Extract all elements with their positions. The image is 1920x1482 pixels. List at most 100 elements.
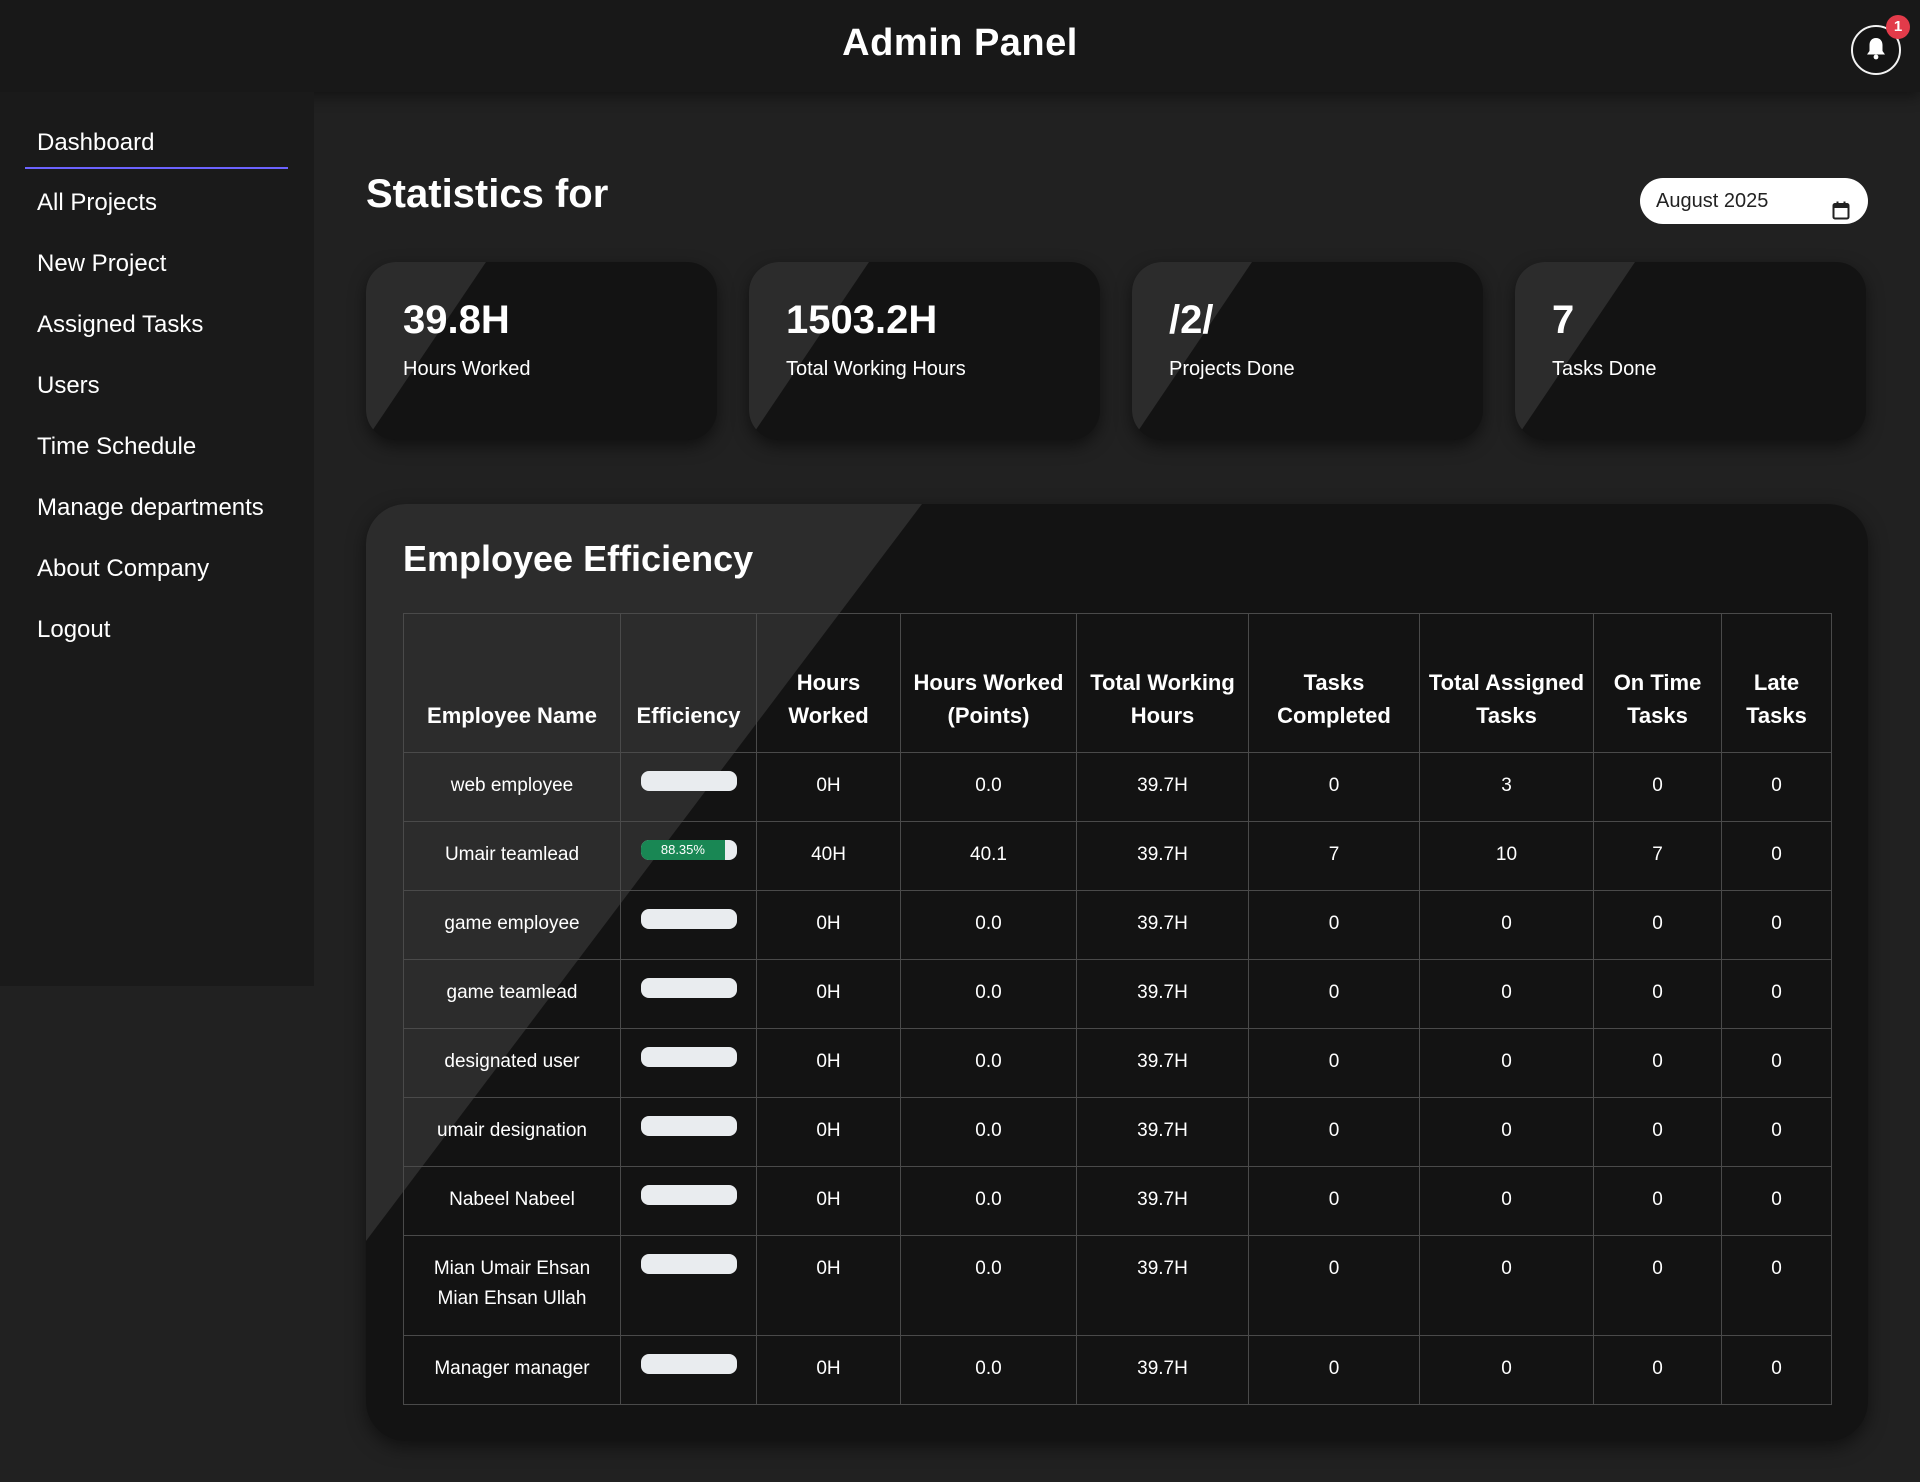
cell-hours: 0H (756, 1028, 901, 1098)
employee-name-cell: designated user (403, 1028, 621, 1098)
stat-label: Projects Done (1169, 358, 1295, 380)
column-header: Late Tasks (1721, 613, 1832, 753)
table-row: web employee 0H 0.0 39.7H 0 3 0 0 (403, 752, 1832, 822)
cell-total: 39.7H (1076, 959, 1249, 1029)
cell-hours: 40H (756, 821, 901, 891)
employee-name-cell: game teamlead (403, 959, 621, 1029)
employee-name-cell: Nabeel Nabeel (403, 1166, 621, 1236)
cell-points: 40.1 (900, 821, 1077, 891)
cell-ontime: 0 (1593, 1166, 1722, 1236)
table-row: Manager manager 0H 0.0 39.7H 0 0 0 0 (403, 1335, 1832, 1405)
sidebar: Dashboard All Projects New Project Assig… (0, 92, 314, 986)
cell-late: 0 (1721, 1335, 1832, 1405)
column-header: Efficiency (620, 613, 757, 753)
table-row: Umair teamlead 88.35% 40H 40.1 39.7H 7 10 7 0 (403, 821, 1832, 891)
cell-hours: 0H (756, 959, 901, 1029)
cell-late: 0 (1721, 1235, 1832, 1336)
cell-late: 0 (1721, 1028, 1832, 1098)
cell-completed: 0 (1248, 1097, 1420, 1167)
cell-hours: 0H (756, 1097, 901, 1167)
employee-name-cell: web employee (403, 752, 621, 822)
efficiency-cell (620, 959, 757, 1029)
cell-points: 0.0 (900, 1166, 1077, 1236)
cell-points: 0.0 (900, 1097, 1077, 1167)
sidebar-item-all-projects[interactable]: All Projects (25, 179, 288, 229)
cell-late: 0 (1721, 1097, 1832, 1167)
cell-hours: 0H (756, 1235, 901, 1336)
table-row: game teamlead 0H 0.0 39.7H 0 0 0 0 (403, 959, 1832, 1029)
employee-name-cell: Umair teamlead (403, 821, 621, 891)
efficiency-cell (620, 1166, 757, 1236)
sidebar-item-manage-departments[interactable]: Manage departments (25, 484, 288, 534)
employee-name-cell: Mian Umair Ehsan Mian Ehsan Ullah (403, 1235, 621, 1336)
cell-hours: 0H (756, 752, 901, 822)
page-title: Statistics for (366, 172, 609, 216)
efficiency-progress-bar (640, 1254, 737, 1274)
cell-hours: 0H (756, 1166, 901, 1236)
month-picker[interactable]: August 2025 (1640, 178, 1868, 224)
table-row: Nabeel Nabeel 0H 0.0 39.7H 0 0 0 0 (403, 1166, 1832, 1236)
sidebar-item-about-company[interactable]: About Company (25, 545, 288, 595)
employee-name: umair designation (437, 1120, 587, 1141)
cell-total: 39.7H (1076, 1166, 1249, 1236)
stat-card-total-working-hours: 1503.2H Total Working Hours (749, 262, 1100, 440)
table-row: game employee 0H 0.0 39.7H 0 0 0 0 (403, 890, 1832, 960)
employee-efficiency-panel: Employee Efficiency Employee Name Effici… (366, 504, 1868, 1441)
sidebar-item-time-schedule[interactable]: Time Schedule (25, 423, 288, 473)
sidebar-item-assigned-tasks[interactable]: Assigned Tasks (25, 301, 288, 351)
cell-hours: 0H (756, 890, 901, 960)
stat-card-hours-worked: 39.8H Hours Worked (366, 262, 717, 440)
stat-card-projects-done: /2/ Projects Done (1132, 262, 1483, 440)
column-header: Hours Worked (756, 613, 901, 753)
cell-completed: 0 (1248, 890, 1420, 960)
efficiency-cell (620, 752, 757, 822)
column-header: Hours Worked (Points) (900, 613, 1077, 753)
calendar-icon[interactable] (1832, 191, 1850, 237)
employee-name: Umair teamlead (444, 844, 580, 865)
cell-completed: 0 (1248, 1235, 1420, 1336)
cell-assigned: 0 (1419, 959, 1594, 1029)
stat-value: 39.8H (403, 298, 510, 342)
employee-name-cell: umair designation (403, 1097, 621, 1167)
cell-points: 0.0 (900, 1335, 1077, 1405)
column-header: Total Working Hours (1076, 613, 1249, 753)
cell-late: 0 (1721, 890, 1832, 960)
stat-value: 1503.2H (786, 298, 938, 342)
cell-completed: 0 (1248, 1335, 1420, 1405)
cell-points: 0.0 (900, 752, 1077, 822)
bell-icon (1865, 36, 1887, 65)
cell-assigned: 0 (1419, 890, 1594, 960)
top-bar: Admin Panel 1 (0, 0, 1920, 92)
stat-label: Hours Worked (403, 358, 531, 380)
efficiency-cell (620, 1335, 757, 1405)
cell-ontime: 0 (1593, 1097, 1722, 1167)
sidebar-item-logout[interactable]: Logout (25, 606, 288, 656)
sidebar-item-users[interactable]: Users (25, 362, 288, 412)
cell-ontime: 0 (1593, 1235, 1722, 1336)
cell-assigned: 0 (1419, 1166, 1594, 1236)
stat-label: Tasks Done (1552, 358, 1657, 380)
employee-name: web employee (450, 775, 574, 796)
cell-completed: 0 (1248, 1028, 1420, 1098)
cell-assigned: 0 (1419, 1235, 1594, 1336)
notification-badge: 1 (1886, 15, 1910, 39)
app-title: Admin Panel (842, 22, 1078, 64)
cell-hours: 0H (756, 1335, 901, 1405)
employee-name: Manager manager (434, 1358, 590, 1379)
sidebar-item-new-project[interactable]: New Project (25, 240, 288, 290)
stat-value: 7 (1552, 298, 1575, 342)
stat-value: /2/ (1169, 298, 1214, 342)
cell-assigned: 0 (1419, 1335, 1594, 1405)
cell-total: 39.7H (1076, 1097, 1249, 1167)
table-row: designated user 0H 0.0 39.7H 0 0 0 0 (403, 1028, 1832, 1098)
cell-ontime: 0 (1593, 890, 1722, 960)
efficiency-progress-bar (640, 1047, 737, 1067)
efficiency-cell: 88.35% (620, 821, 757, 891)
cell-ontime: 0 (1593, 959, 1722, 1029)
efficiency-progress-bar (640, 1354, 737, 1374)
employee-name-cell: game employee (403, 890, 621, 960)
sidebar-item-dashboard[interactable]: Dashboard (25, 119, 288, 169)
efficiency-cell (620, 1028, 757, 1098)
cell-completed: 0 (1248, 1166, 1420, 1236)
efficiency-progress-bar (640, 1116, 737, 1136)
